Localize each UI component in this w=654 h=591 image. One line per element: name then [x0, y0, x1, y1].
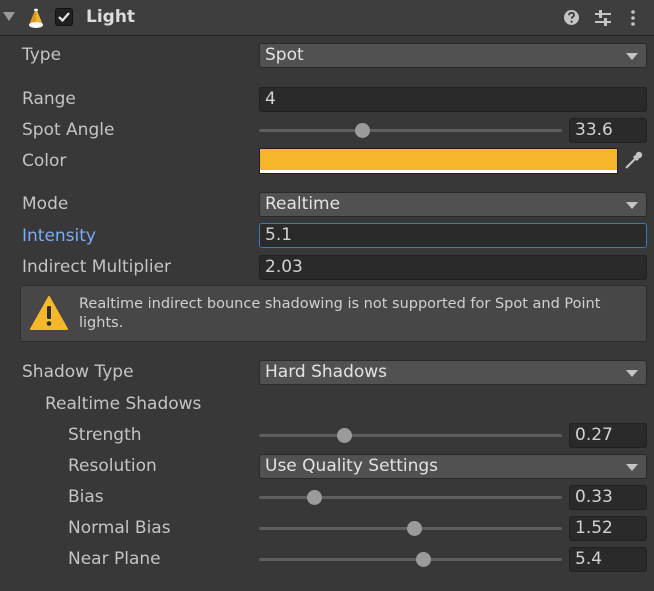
intensity-input[interactable]: 5.1	[259, 223, 647, 248]
indirect-multiplier-input[interactable]: 2.03	[259, 255, 647, 280]
slider-track	[259, 434, 562, 437]
type-label: Type	[22, 45, 62, 65]
chevron-down-icon	[626, 464, 638, 471]
light-icon	[25, 7, 47, 29]
spot-angle-label: Spot Angle	[22, 120, 115, 140]
slider-thumb[interactable]	[406, 521, 422, 536]
resolution-dropdown[interactable]: Use Quality Settings	[259, 454, 647, 479]
resolution-value: Use Quality Settings	[265, 456, 439, 476]
range-label: Range	[22, 89, 76, 109]
preset-icon[interactable]	[594, 9, 612, 27]
warning-text: Realtime indirect bounce shadowing is no…	[79, 296, 601, 331]
slider-track	[259, 129, 562, 132]
strength-label: Strength	[68, 425, 142, 445]
bias-label: Bias	[68, 487, 104, 507]
type-value: Spot	[265, 45, 304, 65]
strength-input[interactable]: 0.27	[569, 423, 647, 448]
warning-icon	[29, 295, 69, 331]
checkbox-check-icon	[58, 12, 70, 23]
near-plane-input[interactable]: 5.4	[569, 547, 647, 572]
foldout-triangle-icon[interactable]	[3, 12, 15, 21]
shadow-type-dropdown[interactable]: Hard Shadows	[259, 360, 647, 385]
realtime-shadows-label: Realtime Shadows	[45, 394, 202, 414]
spot-angle-slider[interactable]	[259, 120, 562, 140]
slider-thumb[interactable]	[415, 552, 431, 567]
indirect-multiplier-label: Indirect Multiplier	[22, 257, 172, 277]
shadow-type-label: Shadow Type	[22, 362, 134, 382]
component-title: Light	[86, 7, 136, 27]
normal-bias-input[interactable]: 1.52	[569, 516, 647, 541]
menu-icon[interactable]	[626, 9, 640, 27]
mode-label: Mode	[22, 194, 69, 214]
chevron-down-icon	[626, 53, 638, 60]
bias-slider[interactable]	[259, 487, 562, 507]
normal-bias-slider[interactable]	[259, 518, 562, 538]
near-plane-label: Near Plane	[68, 549, 161, 569]
resolution-label: Resolution	[68, 456, 157, 476]
color-swatch[interactable]	[260, 149, 617, 170]
component-header: Light	[0, 0, 654, 36]
spot-angle-input[interactable]: 33.6	[569, 118, 647, 143]
range-input[interactable]: 4	[259, 87, 647, 112]
eyedropper-icon[interactable]	[620, 148, 646, 174]
shadow-type-value: Hard Shadows	[265, 362, 388, 382]
slider-thumb[interactable]	[306, 490, 322, 505]
strength-slider[interactable]	[259, 425, 562, 445]
slider-track	[259, 496, 562, 499]
intensity-label: Intensity	[22, 226, 96, 246]
help-icon[interactable]	[563, 9, 580, 26]
color-label: Color	[22, 151, 67, 171]
enabled-checkbox[interactable]	[55, 8, 73, 26]
color-field[interactable]	[259, 148, 618, 174]
type-dropdown[interactable]: Spot	[259, 43, 647, 68]
chevron-down-icon	[626, 370, 638, 377]
near-plane-slider[interactable]	[259, 549, 562, 569]
normal-bias-label: Normal Bias	[68, 518, 171, 538]
bias-input[interactable]: 0.33	[569, 485, 647, 510]
mode-value: Realtime	[265, 194, 341, 214]
slider-track	[259, 558, 562, 561]
chevron-down-icon	[626, 202, 638, 209]
slider-thumb[interactable]	[336, 428, 352, 443]
mode-dropdown[interactable]: Realtime	[259, 192, 647, 217]
color-alpha-bar	[260, 170, 617, 173]
slider-thumb[interactable]	[355, 123, 371, 138]
warning-helpbox: Realtime indirect bounce shadowing is no…	[20, 285, 647, 342]
